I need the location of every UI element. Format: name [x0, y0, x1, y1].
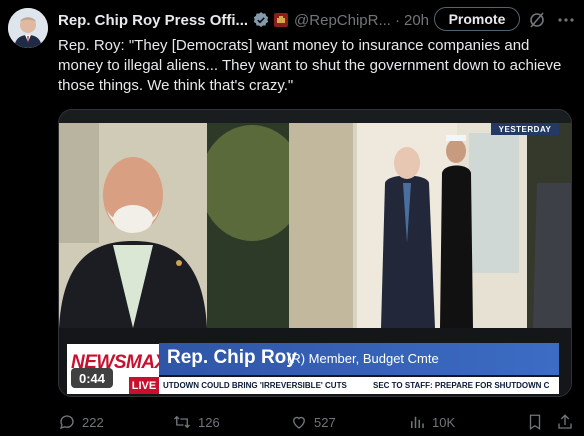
speaker-name: Rep. Chip Roy — [167, 347, 297, 368]
views-icon — [411, 416, 424, 428]
like-icon — [293, 416, 305, 429]
ticker-text-right: SEC TO STAFF: PREPARE FOR SHUTDOWN C — [373, 381, 550, 390]
promote-button[interactable]: Promote — [434, 7, 520, 31]
affiliate-badge-icon[interactable] — [274, 13, 289, 27]
video-frame-guest — [59, 123, 207, 328]
verified-badge-icon[interactable] — [252, 11, 270, 29]
yesterday-badge: YESTERDAY — [491, 123, 559, 135]
share-icon[interactable] — [556, 412, 580, 432]
tweet-time[interactable]: 20h — [404, 12, 429, 29]
like-button[interactable]: 527 — [290, 412, 336, 432]
reply-button[interactable]: 222 — [58, 412, 104, 432]
repost-icon — [174, 415, 190, 429]
video-timestamp: 0:44 — [71, 368, 113, 388]
speaker-namebar: Rep. Chip Roy (R) Member, Budget Cmte — [159, 343, 559, 375]
view-count: 10K — [432, 414, 456, 430]
grok-icon[interactable] — [527, 10, 547, 30]
tweet[interactable]: Rep. Chip Roy Press Offi... @RepChipR...… — [0, 0, 584, 436]
bookmark-icon[interactable] — [526, 412, 550, 432]
author-avatar[interactable] — [8, 8, 48, 48]
speaker-role: (R) Member, Budget Cmte — [287, 351, 439, 366]
repost-count: 126 — [198, 414, 220, 430]
tweet-text: Rep. Roy: "They [Democrats] want money t… — [58, 37, 562, 94]
video-player[interactable]: YESTERDAY NEWSMAX LIVE Rep. Chip Roy (R)… — [58, 109, 572, 397]
like-count: 527 — [314, 414, 336, 430]
news-lower-third: NEWSMAX LIVE Rep. Chip Roy (R) Member, B… — [59, 328, 571, 396]
video-frame-scene — [200, 123, 571, 328]
author-name[interactable]: Rep. Chip Roy Press Offi... — [58, 12, 248, 29]
ticker-text-left: UTDOWN COULD BRING 'IRREVERSIBLE' CUTS — [163, 381, 347, 390]
repost-button[interactable]: 126 — [172, 412, 220, 432]
live-badge: LIVE — [129, 377, 159, 394]
tweet-actions: 222 126 527 10K — [58, 412, 576, 432]
news-ticker: UTDOWN COULD BRING 'IRREVERSIBLE' CUTS S… — [159, 377, 559, 394]
more-icon[interactable] — [556, 10, 576, 30]
author-handle[interactable]: @RepChipR... — [294, 12, 391, 29]
views-button[interactable]: 10K — [408, 412, 455, 432]
reply-count: 222 — [82, 414, 104, 430]
reply-icon — [59, 415, 74, 430]
separator-dot: · — [394, 11, 400, 29]
